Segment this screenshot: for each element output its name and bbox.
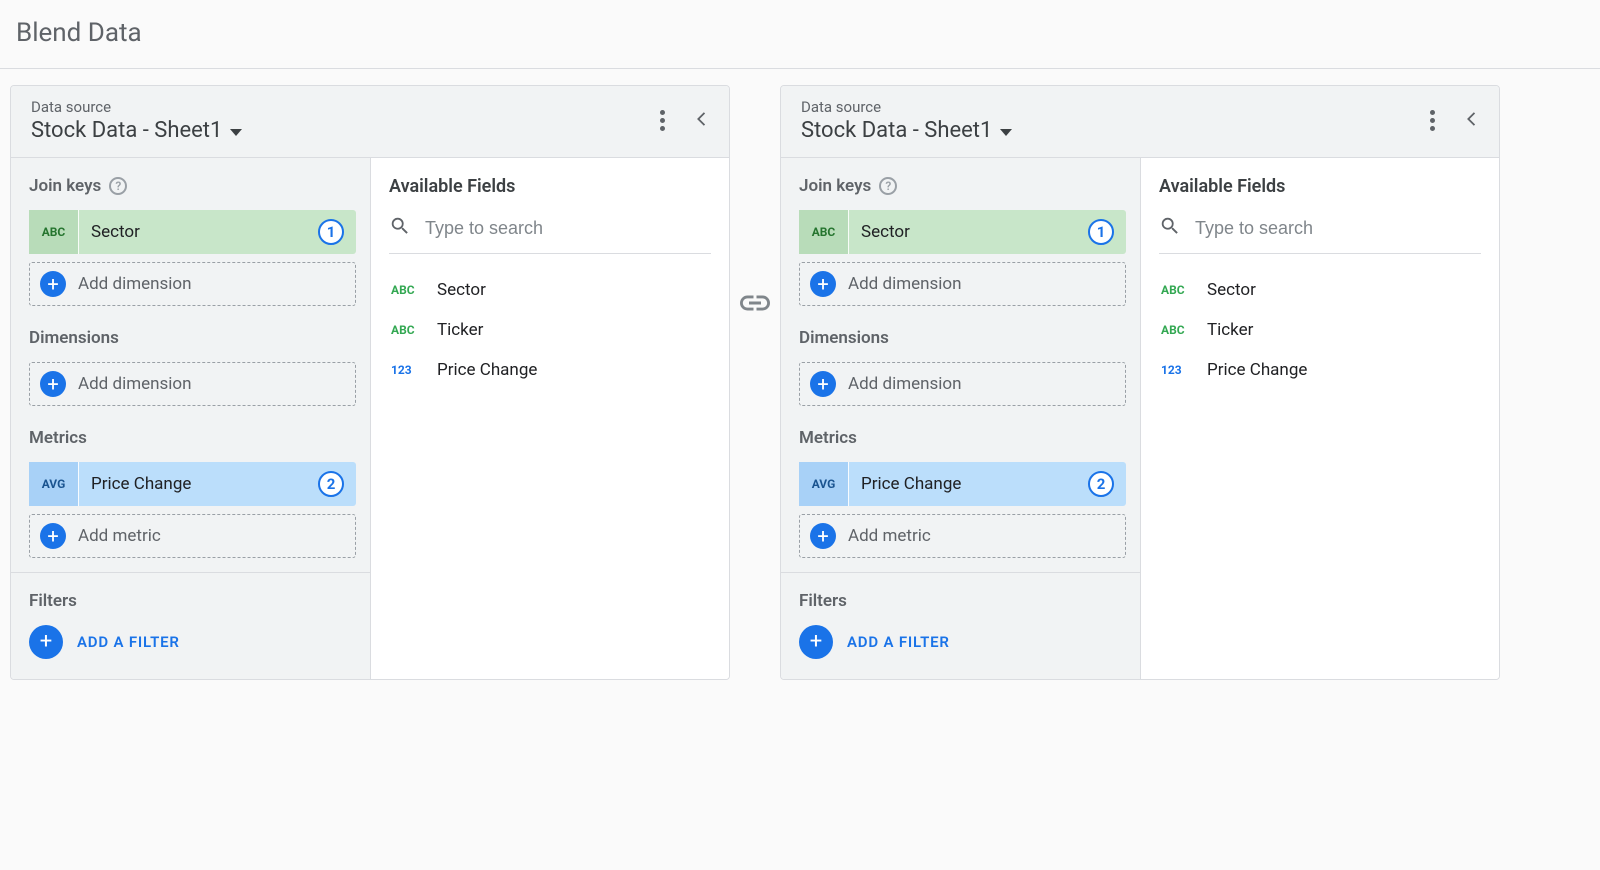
search-icon: [389, 215, 411, 241]
search-input[interactable]: [1195, 218, 1481, 239]
section-divider: [11, 572, 370, 573]
plus-icon: +: [40, 271, 66, 297]
field-item[interactable]: 123 Price Change: [1159, 350, 1481, 390]
plus-icon: +: [40, 523, 66, 549]
collapse-icon[interactable]: [691, 108, 713, 134]
add-metric-button[interactable]: + Add metric: [29, 514, 356, 558]
available-fields-title: Available Fields: [1159, 176, 1481, 197]
callout-badge: 1: [1088, 219, 1114, 245]
caret-down-icon: [1000, 129, 1012, 136]
aggregation-avg-icon: AVG: [799, 462, 849, 506]
field-type-abc-icon: ABC: [29, 210, 79, 254]
metrics-title: Metrics: [29, 428, 356, 448]
caret-down-icon: [230, 129, 242, 136]
join-link-icon[interactable]: [730, 285, 780, 321]
plus-icon: +: [810, 271, 836, 297]
join-key-label: Sector: [849, 222, 1088, 242]
add-join-dimension-button[interactable]: + Add dimension: [799, 262, 1126, 306]
workspace: Data source Stock Data - Sheet1 Join key…: [0, 69, 1600, 696]
page-title: Blend Data: [0, 0, 1600, 68]
available-fields-column: Available Fields ABC Sector ABC Ticker 1…: [1141, 158, 1499, 679]
add-join-dimension-button[interactable]: + Add dimension: [29, 262, 356, 306]
metrics-title: Metrics: [799, 428, 1126, 448]
config-column: Join keys ? ABC Sector 1 + Add dimension…: [781, 158, 1141, 679]
search-icon: [1159, 215, 1181, 241]
data-source-selector[interactable]: Stock Data - Sheet1: [31, 118, 242, 143]
join-keys-title: Join keys ?: [799, 176, 1126, 196]
join-keys-title: Join keys ?: [29, 176, 356, 196]
metric-chip[interactable]: AVG Price Change 2: [29, 462, 356, 506]
add-dimension-button[interactable]: + Add dimension: [799, 362, 1126, 406]
field-label: Price Change: [1207, 360, 1307, 380]
field-type-123-icon: 123: [1161, 363, 1191, 377]
field-type-123-icon: 123: [391, 363, 421, 377]
callout-badge: 2: [318, 471, 344, 497]
help-icon[interactable]: ?: [109, 177, 127, 195]
data-source-label: Data source: [801, 98, 1012, 116]
field-type-abc-icon: ABC: [391, 283, 421, 297]
add-metric-button[interactable]: + Add metric: [799, 514, 1126, 558]
join-key-chip[interactable]: ABC Sector 1: [799, 210, 1126, 254]
field-type-abc-icon: ABC: [391, 323, 421, 337]
plus-icon: +: [29, 625, 63, 659]
field-label: Price Change: [437, 360, 537, 380]
section-divider: [781, 572, 1140, 573]
callout-badge: 2: [1088, 471, 1114, 497]
help-icon[interactable]: ?: [879, 177, 897, 195]
join-key-label: Sector: [79, 222, 318, 242]
data-source-name: Stock Data - Sheet1: [31, 118, 222, 143]
field-type-abc-icon: ABC: [1161, 283, 1191, 297]
callout-badge: 1: [318, 219, 344, 245]
panel-header: Data source Stock Data - Sheet1: [11, 86, 729, 158]
field-item[interactable]: ABC Sector: [1159, 270, 1481, 310]
add-filter-button[interactable]: + ADD A FILTER: [29, 625, 356, 659]
field-label: Ticker: [1207, 320, 1253, 340]
field-type-abc-icon: ABC: [799, 210, 849, 254]
data-source-name: Stock Data - Sheet1: [801, 118, 992, 143]
join-key-chip[interactable]: ABC Sector 1: [29, 210, 356, 254]
metric-label: Price Change: [849, 474, 1088, 494]
plus-icon: +: [799, 625, 833, 659]
more-options-icon[interactable]: [656, 106, 669, 135]
field-label: Sector: [1207, 280, 1256, 300]
data-source-selector[interactable]: Stock Data - Sheet1: [801, 118, 1012, 143]
field-label: Sector: [437, 280, 486, 300]
field-type-abc-icon: ABC: [1161, 323, 1191, 337]
config-column: Join keys ? ABC Sector 1 + Add dimension…: [11, 158, 371, 679]
panel-header: Data source Stock Data - Sheet1: [781, 86, 1499, 158]
data-source-panel: Data source Stock Data - Sheet1 Join key…: [10, 85, 730, 680]
metric-label: Price Change: [79, 474, 318, 494]
add-dimension-button[interactable]: + Add dimension: [29, 362, 356, 406]
plus-icon: +: [810, 371, 836, 397]
data-source-panel: Data source Stock Data - Sheet1 Join key…: [780, 85, 1500, 680]
field-item[interactable]: ABC Ticker: [1159, 310, 1481, 350]
dimensions-title: Dimensions: [799, 328, 1126, 348]
add-filter-button[interactable]: + ADD A FILTER: [799, 625, 1126, 659]
plus-icon: +: [40, 371, 66, 397]
filters-title: Filters: [29, 591, 356, 611]
more-options-icon[interactable]: [1426, 106, 1439, 135]
field-label: Ticker: [437, 320, 483, 340]
filters-title: Filters: [799, 591, 1126, 611]
search-input[interactable]: [425, 218, 711, 239]
available-fields-title: Available Fields: [389, 176, 711, 197]
collapse-icon[interactable]: [1461, 108, 1483, 134]
data-source-label: Data source: [31, 98, 242, 116]
field-item[interactable]: ABC Ticker: [389, 310, 711, 350]
field-item[interactable]: ABC Sector: [389, 270, 711, 310]
aggregation-avg-icon: AVG: [29, 462, 79, 506]
plus-icon: +: [810, 523, 836, 549]
field-item[interactable]: 123 Price Change: [389, 350, 711, 390]
metric-chip[interactable]: AVG Price Change 2: [799, 462, 1126, 506]
dimensions-title: Dimensions: [29, 328, 356, 348]
available-fields-column: Available Fields ABC Sector ABC Ticker 1…: [371, 158, 729, 679]
